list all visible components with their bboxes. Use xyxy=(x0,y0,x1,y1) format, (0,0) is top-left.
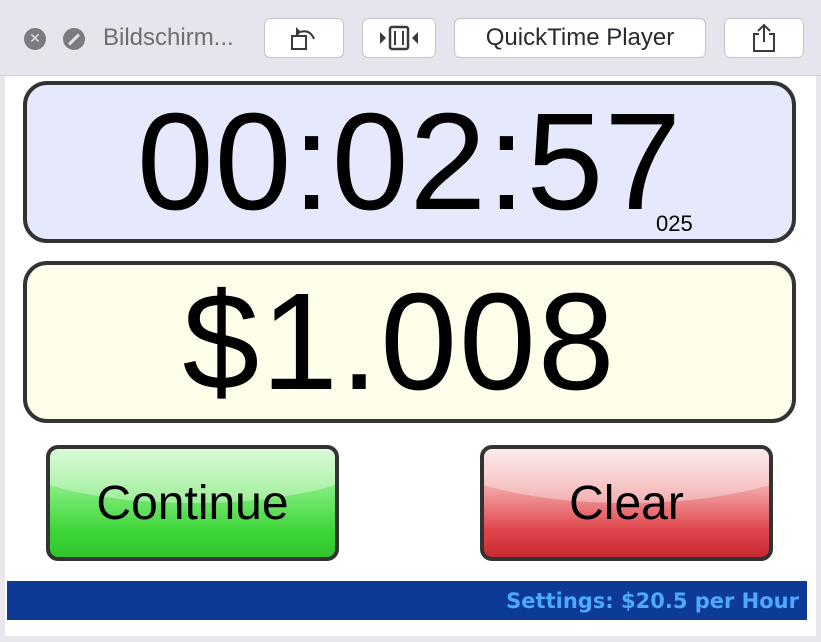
share-icon xyxy=(753,23,775,52)
share-button[interactable] xyxy=(724,18,804,58)
cost-display: $1.008 xyxy=(182,265,617,419)
rotate-left-icon xyxy=(291,27,315,50)
clear-button-label: Clear xyxy=(569,476,684,530)
window-title: Bildschirm... xyxy=(103,24,234,51)
app-content: 00:02:57 025 $1.008 Continue Clear Setti… xyxy=(5,76,816,636)
stop-icon[interactable] xyxy=(63,28,85,50)
clear-button[interactable]: Clear xyxy=(480,445,773,561)
rotate-button[interactable] xyxy=(264,18,344,58)
trim-button[interactable] xyxy=(362,18,436,58)
settings-text: Settings: $20.5 per Hour xyxy=(506,588,799,613)
close-icon[interactable]: ✕ xyxy=(24,28,46,50)
title-bar: ✕ Bildschirm... QuickTime Player xyxy=(0,0,821,76)
cost-panel: $1.008 xyxy=(23,261,796,423)
elapsed-milliseconds: 025 xyxy=(656,211,693,236)
continue-button-label: Continue xyxy=(96,476,289,530)
continue-button[interactable]: Continue xyxy=(46,445,339,561)
settings-bar[interactable]: Settings: $20.5 per Hour xyxy=(7,581,807,620)
open-with-quicktime-button[interactable]: QuickTime Player xyxy=(454,18,706,58)
timer-panel: 00:02:57 025 xyxy=(23,81,796,243)
trim-icon xyxy=(380,25,418,51)
